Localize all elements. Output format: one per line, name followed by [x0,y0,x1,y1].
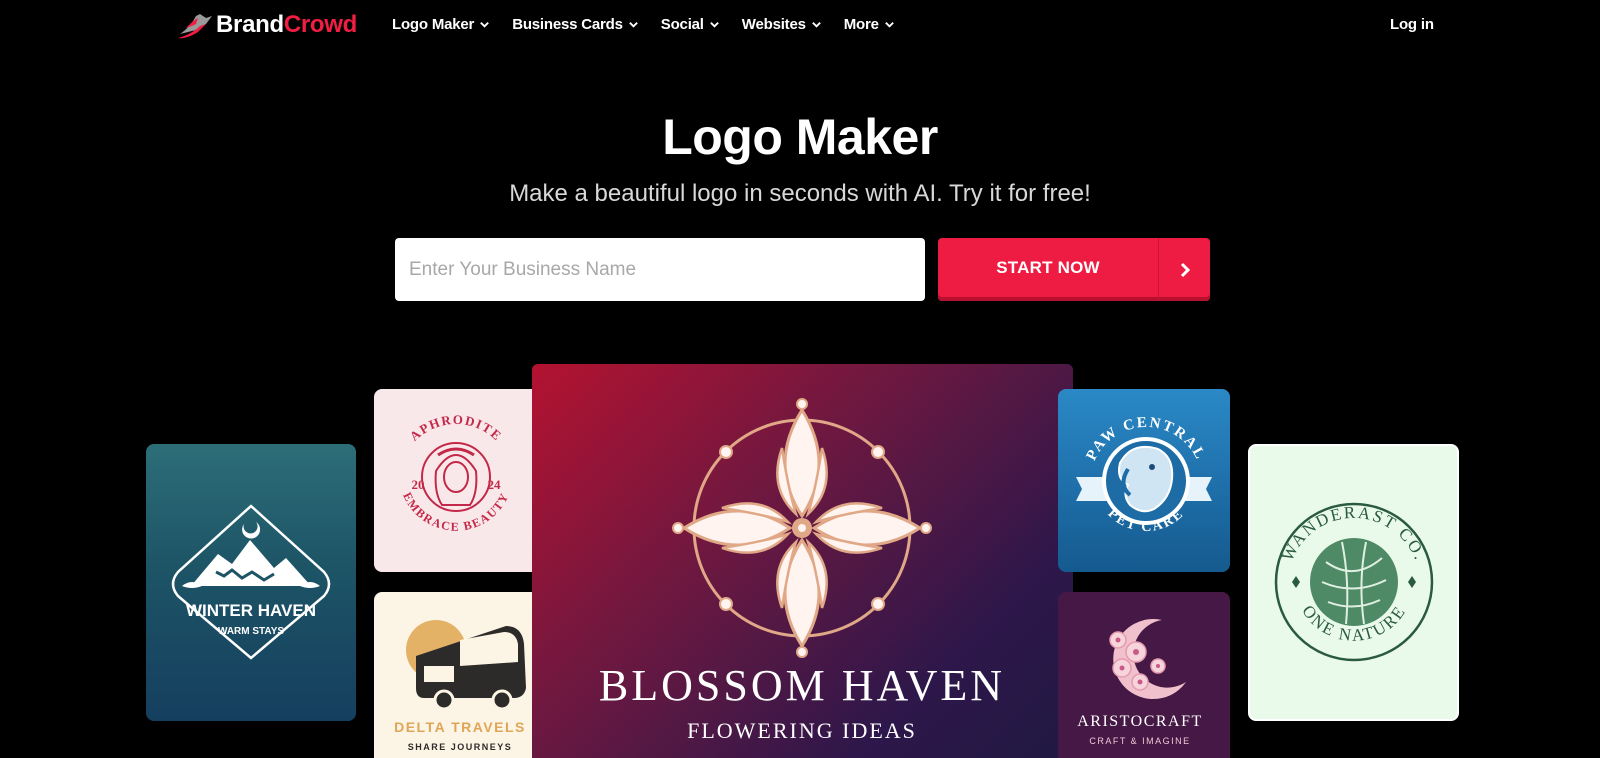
blossom-haven-emblem: BLOSSOM HAVEN FLOWERING IDEAS [599,398,1005,743]
brand-name: BrandCrowd [216,11,357,39]
start-now-label: START NOW [996,258,1100,277]
chevron-down-icon [709,22,719,28]
page-title: Logo Maker [662,109,938,165]
logo-card-aphrodite[interactable]: APHRODITE EMBRACE BEAUTY 20 24 [374,389,539,572]
start-now-button[interactable]: START NOW [938,238,1210,301]
winter-haven-tagline: WARM STAYS [218,626,284,637]
svg-text:APHRODITE: APHRODITE [407,412,506,444]
aphrodite-year-right: 24 [488,477,502,492]
main-menu: Logo Maker Business Cards Social Website… [392,16,917,33]
winter-haven-emblem: WINTER HAVEN WARM STAYS [171,504,331,660]
page-subtitle: Make a beautiful logo in seconds with AI… [509,180,1091,207]
nav-more[interactable]: More [844,16,895,33]
nav-more-label: More [843,16,879,33]
crescent-moon-icon [242,522,261,539]
logo-card-blossom-haven[interactable]: BLOSSOM HAVEN FLOWERING IDEAS [532,364,1073,758]
login-link[interactable]: Log in [1390,16,1434,33]
nav-websites-label: Websites [741,16,806,33]
chevron-down-icon [884,22,894,28]
nav-logo-maker[interactable]: Logo Maker [392,16,490,33]
business-name-input[interactable] [395,238,925,301]
wanderast-emblem: WANDERAST CO. ONE NATURE [1274,502,1434,662]
nav-websites[interactable]: Websites [742,16,822,33]
brand-swoosh-icon [178,14,212,39]
brand-name-part1: Brand [216,11,284,38]
blossom-haven-tagline: FLOWERING IDEAS [687,718,917,743]
top-navigation: BrandCrowd Logo Maker Business Cards Soc… [0,0,1600,52]
chevron-down-icon [811,22,821,28]
chevron-right-icon [1180,262,1190,277]
aristocraft-emblem: ARISTOCRAFT CRAFT & IMAGINE [1077,619,1203,746]
nav-logo-maker-label: Logo Maker [392,16,475,33]
paw-central-emblem: PAW CENTRAL PET CARE [1076,415,1212,535]
nav-business-cards[interactable]: Business Cards [512,16,639,33]
nav-business-cards-label: Business Cards [512,16,623,33]
logo-card-delta-travels[interactable]: DELTA TRAVELS SHARE JOURNEYS [374,592,539,758]
winter-haven-name: WINTER HAVEN [186,601,316,620]
brand-logo[interactable]: BrandCrowd [176,10,357,40]
aphrodite-emblem: APHRODITE EMBRACE BEAUTY 20 24 [400,412,510,534]
logo-card-aristocraft[interactable]: ARISTOCRAFT CRAFT & IMAGINE [1058,592,1230,758]
logo-card-winter-haven[interactable]: WINTER HAVEN WARM STAYS [146,444,356,721]
aristocraft-name: ARISTOCRAFT [1077,713,1203,730]
blossom-haven-name: BLOSSOM HAVEN [599,661,1005,710]
nav-social-label: Social [660,16,704,33]
delta-travels-name: DELTA TRAVELS [394,719,526,735]
delta-travels-emblem: DELTA TRAVELS SHARE JOURNEYS [394,620,526,752]
logo-card-paw-central[interactable]: PAW CENTRAL PET CARE [1058,389,1230,572]
aristocraft-tagline: CRAFT & IMAGINE [1089,736,1190,746]
logo-card-wanderast[interactable]: WANDERAST CO. ONE NATURE [1248,444,1459,721]
aphrodite-year-left: 20 [412,477,425,492]
nav-social[interactable]: Social [661,16,720,33]
delta-travels-tagline: SHARE JOURNEYS [408,742,513,752]
start-arrow-area [1158,238,1210,301]
chevron-down-icon [628,22,638,28]
brand-name-part2: Crowd [283,11,358,38]
aphrodite-name: APHRODITE [407,412,504,444]
chevron-down-icon [480,22,490,28]
